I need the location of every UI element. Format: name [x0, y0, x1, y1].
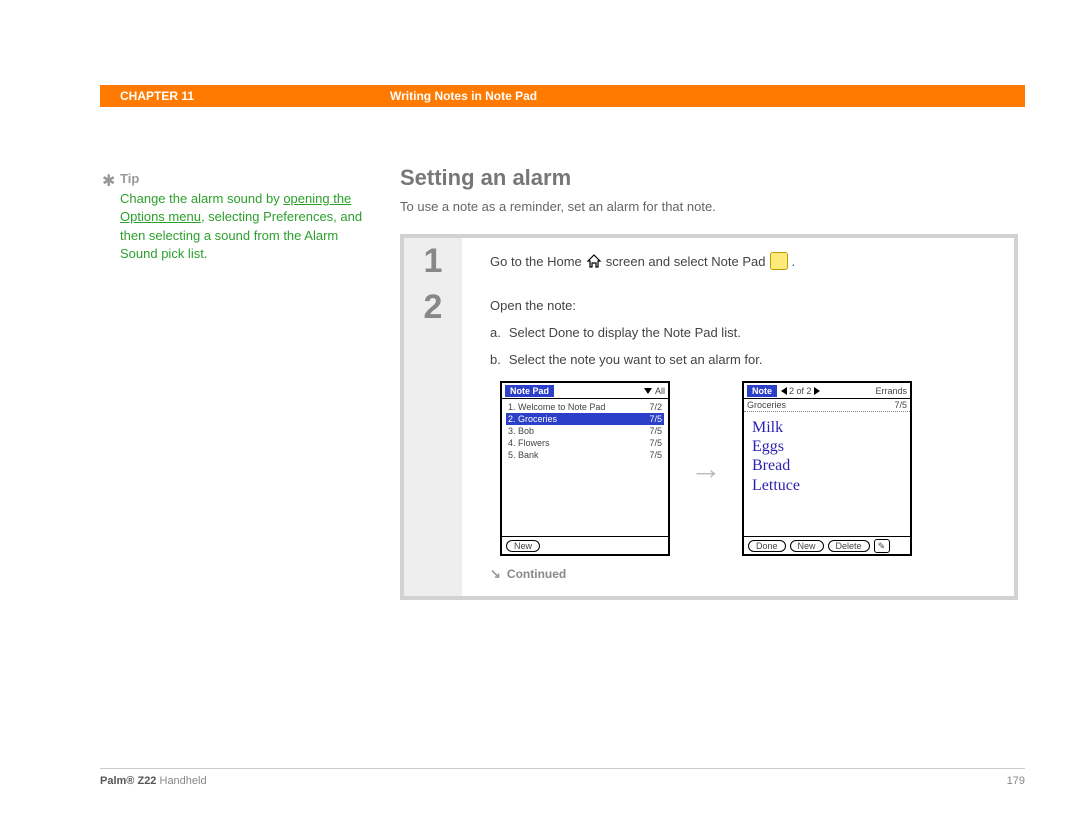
done-button[interactable]: Done: [748, 540, 786, 552]
chevron-right-icon[interactable]: [814, 387, 820, 395]
notepad-bottom-bar: New: [502, 536, 668, 554]
handwriting-line: Milk: [752, 418, 902, 437]
step-1: 1 Go to the Home screen and select Note …: [404, 238, 1014, 284]
substep-letter: b.: [490, 352, 501, 367]
delete-button[interactable]: Delete: [828, 540, 870, 552]
tip-sidebar: ✱ Tip Change the alarm sound by opening …: [120, 170, 365, 263]
list-item[interactable]: 3. Bob 7/5: [506, 425, 664, 437]
list-item[interactable]: 5. Bank 7/5: [506, 449, 664, 461]
substep-b: b. Select the note you want to set an al…: [490, 352, 998, 367]
step-number-cell: 2: [404, 284, 462, 596]
step1-text-1: Go to the Home: [490, 254, 582, 269]
step-1-body: Go to the Home screen and select Note Pa…: [462, 238, 1014, 284]
section-title: Setting an alarm: [400, 165, 1018, 191]
asterisk-icon: ✱: [102, 171, 115, 193]
note-category[interactable]: Errands: [875, 386, 907, 396]
new-button[interactable]: New: [506, 540, 540, 552]
handwriting-line: Lettuce: [752, 476, 902, 495]
steps-frame: 1 Go to the Home screen and select Note …: [400, 234, 1018, 600]
page-footer: Palm® Z22 Handheld 179: [100, 768, 1025, 787]
filter-label: All: [655, 386, 665, 396]
section-intro: To use a note as a reminder, set an alar…: [400, 199, 1018, 214]
chapter-title: Writing Notes in Note Pad: [390, 89, 1025, 103]
continued-label: Continued: [507, 567, 566, 581]
brand-name: Palm®: [100, 775, 134, 787]
note-name-row: Groceries 7/5: [744, 399, 910, 412]
new-button[interactable]: New: [790, 540, 824, 552]
note-date: 7/5: [894, 400, 907, 410]
note-titlebar: Note 2 of 2 Errands: [744, 383, 910, 399]
note-handwriting: Milk Eggs Bread Lettuce: [744, 412, 910, 536]
tip-text: Change the alarm sound by opening the Op…: [120, 190, 365, 263]
notepad-category-picker[interactable]: All: [644, 386, 665, 396]
notepad-list: 1. Welcome to Note Pad 7/2 2. Groceries …: [502, 399, 668, 536]
page-number: 179: [1007, 775, 1025, 787]
notepad-icon: [770, 252, 788, 270]
notepad-titlebar: Note Pad All: [502, 383, 668, 399]
handwriting-line: Bread: [752, 456, 902, 475]
chevron-down-icon: [644, 388, 652, 394]
list-item[interactable]: 2. Groceries 7/5: [506, 413, 664, 425]
model-name: Z22: [137, 775, 156, 787]
note-counter: 2 of 2: [781, 386, 820, 396]
step-number-cell: 1: [404, 238, 462, 284]
footer-brand: Palm® Z22 Handheld: [100, 775, 207, 787]
step1-text-3: .: [792, 254, 796, 269]
chevron-left-icon[interactable]: [781, 387, 787, 395]
notepad-list-screen: Note Pad All 1. Welcome to Note Pad 7/2: [500, 381, 670, 556]
note-detail-screen: Note 2 of 2 Errands Groceries 7/5: [742, 381, 912, 556]
step-number: 2: [404, 290, 462, 324]
chapter-label: CHAPTER 11: [100, 89, 390, 103]
notepad-title: Note Pad: [505, 385, 554, 397]
brand-suffix: Handheld: [160, 775, 207, 787]
substep-text: Select the note you want to set an alarm…: [509, 352, 763, 367]
continued-arrow-icon: ↘: [490, 566, 501, 582]
screenshots-row: Note Pad All 1. Welcome to Note Pad 7/2: [500, 381, 998, 556]
step-number: 1: [404, 244, 462, 278]
step-2: 2 Open the note: a. Select Done to displ…: [404, 284, 1014, 596]
arrow-right-icon: →: [690, 450, 722, 487]
step1-text-2: screen and select Note Pad: [606, 254, 766, 269]
substep-a: a. Select Done to display the Note Pad l…: [490, 325, 998, 340]
note-title: Note: [747, 385, 777, 397]
main-content: Setting an alarm To use a note as a remi…: [400, 165, 1018, 600]
list-item[interactable]: 1. Welcome to Note Pad 7/2: [506, 401, 664, 413]
continued-row: ↘ Continued: [490, 566, 998, 582]
note-bottom-bar: Done New Delete ✎: [744, 536, 910, 554]
tip-pre: Change the alarm sound by: [120, 191, 283, 206]
edit-icon[interactable]: ✎: [874, 539, 890, 553]
step2-open: Open the note:: [490, 298, 998, 313]
list-item[interactable]: 4. Flowers 7/5: [506, 437, 664, 449]
home-icon: [586, 253, 602, 269]
chapter-header: CHAPTER 11 Writing Notes in Note Pad: [100, 85, 1025, 107]
tip-label: Tip: [120, 170, 365, 188]
step-2-body: Open the note: a. Select Done to display…: [462, 284, 1014, 596]
substep-letter: a.: [490, 325, 501, 340]
note-name: Groceries: [747, 400, 786, 410]
substep-text: Select Done to display the Note Pad list…: [509, 325, 741, 340]
handwriting-line: Eggs: [752, 437, 902, 456]
